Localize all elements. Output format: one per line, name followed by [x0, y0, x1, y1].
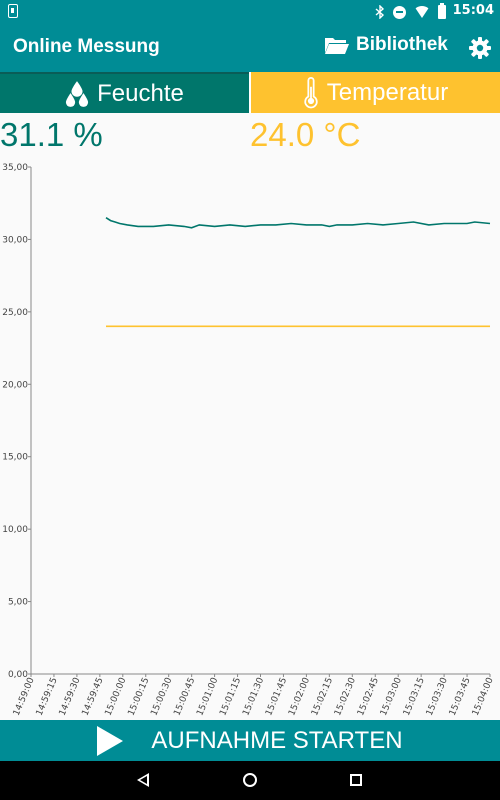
y-tick-label: 25,00: [2, 308, 28, 318]
y-tick-label: 15,00: [2, 453, 28, 463]
tab-temperature[interactable]: Temperatur: [249, 72, 500, 113]
x-tick-label: 15:02:30: [333, 676, 358, 717]
tab-temperature-label: Temperatur: [326, 78, 449, 106]
tab-humidity[interactable]: Feuchte: [0, 72, 249, 113]
folder-icon: [325, 37, 349, 54]
y-tick-label: 35,00: [2, 163, 28, 173]
humidity-series-line: [105, 217, 491, 229]
status-time: 15:04: [452, 3, 494, 18]
x-tick-label: 15:01:00: [195, 676, 220, 717]
home-icon[interactable]: [243, 773, 257, 787]
x-tick-label: 15:03:00: [379, 676, 404, 717]
x-tick-label: 14:59:15: [35, 676, 60, 717]
x-tick-label: 14:59:45: [81, 676, 106, 717]
bluetooth-icon: [375, 5, 385, 19]
x-tick-label: 15:01:45: [264, 676, 289, 717]
download-notification-icon: [8, 4, 18, 18]
start-recording-label: AUFNAHME STARTEN: [151, 726, 403, 754]
x-tick-label: 15:02:15: [310, 676, 335, 717]
library-label: Bibliothek: [356, 34, 448, 55]
x-tick-label: 15:00:00: [104, 676, 129, 717]
page-title: Online Messung: [13, 36, 160, 57]
x-tick-label: 15:03:30: [425, 676, 450, 717]
wifi-icon: [414, 6, 430, 18]
x-tick-label: 14:59:30: [58, 676, 83, 717]
back-icon[interactable]: [137, 773, 149, 787]
status-icons: [375, 3, 446, 20]
x-tick-label: 15:01:30: [241, 676, 266, 717]
x-tick-label: 15:00:30: [149, 676, 174, 717]
recent-apps-icon[interactable]: [350, 774, 362, 786]
x-tick-label: 15:02:45: [356, 676, 381, 717]
app-bar: Online Messung Bibliothek: [0, 24, 500, 72]
x-tick-label: 15:01:15: [218, 676, 243, 717]
sensor-tabs: Feuchte Temperatur: [0, 72, 500, 113]
x-tick-label: 14:59:00: [12, 676, 37, 717]
library-button[interactable]: Bibliothek: [324, 34, 448, 56]
x-tick-label: 15:00:45: [172, 676, 197, 717]
measurement-chart: 0,00 5,00 10,00 15,00 20,00 25,00 30,00 35,00 14…: [0, 160, 500, 720]
x-tick-label: 15:00:15: [127, 676, 152, 717]
humidity-reading: 31.1 %: [0, 116, 103, 153]
x-tick-label: 15:02:00: [287, 676, 312, 717]
x-tick-label: 15:04:00: [471, 676, 496, 717]
system-nav-bar: [0, 761, 500, 800]
y-tick-label: 0,00: [8, 670, 28, 680]
y-tick-label: 30,00: [2, 235, 28, 245]
battery-icon: [438, 3, 446, 19]
y-tick-label: 20,00: [2, 380, 28, 390]
do-not-disturb-icon: [393, 5, 406, 19]
play-icon: [97, 725, 124, 756]
y-tick-label: 10,00: [2, 525, 28, 535]
line-chart: 0,00 5,00 10,00 15,00 20,00 25,00 30,00 35,00 14…: [2, 163, 496, 717]
x-tick-label: 15:03:45: [448, 676, 473, 717]
x-tick-label: 15:03:15: [402, 676, 427, 717]
thermometer-icon: [303, 76, 319, 109]
start-recording-button[interactable]: AUFNAHME STARTEN: [0, 720, 500, 761]
y-tick-label: 5,00: [8, 598, 28, 608]
temperature-reading: 24.0 °C: [250, 116, 361, 153]
status-bar: 15:04: [0, 0, 500, 24]
settings-button[interactable]: [468, 36, 492, 60]
gear-icon: [469, 37, 491, 59]
water-drops-icon: [65, 80, 89, 108]
tab-humidity-label: Feuchte: [97, 79, 184, 107]
